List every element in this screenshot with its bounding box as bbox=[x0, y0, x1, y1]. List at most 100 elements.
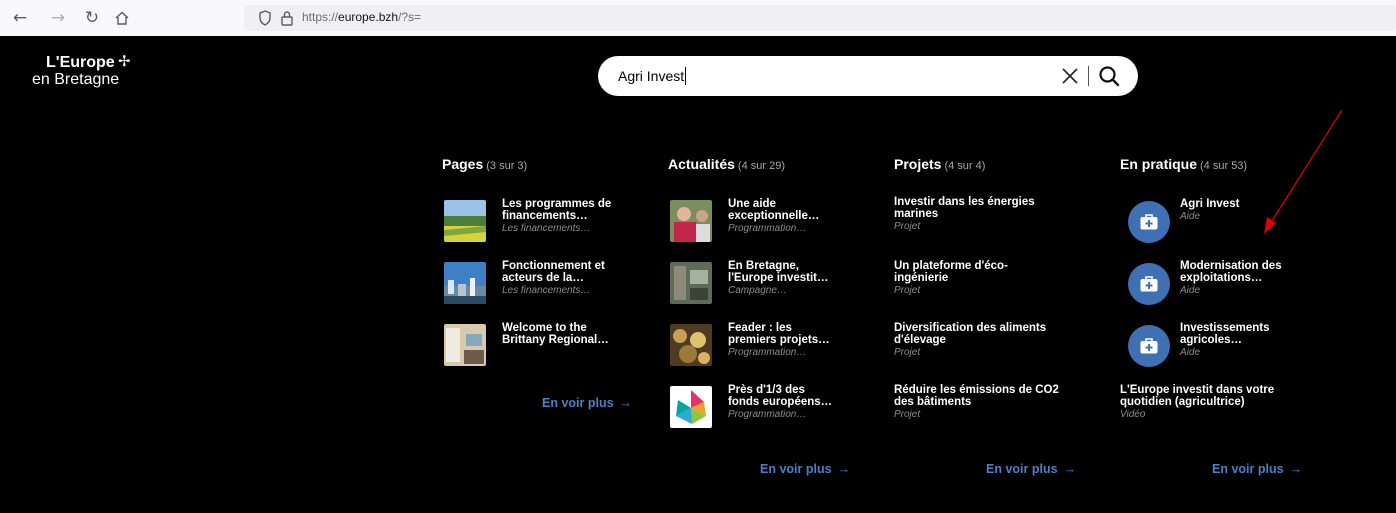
clear-icon[interactable] bbox=[1060, 66, 1080, 86]
result-category: Campagne… bbox=[728, 285, 787, 296]
result-title-line2: exceptionnelle… bbox=[728, 210, 820, 222]
result-text: Investissements agricoles… Aide bbox=[1180, 322, 1340, 359]
column-heading: Pages (3 sur 3) bbox=[442, 156, 662, 172]
search-divider bbox=[1088, 66, 1089, 86]
search-icon[interactable] bbox=[1098, 65, 1120, 87]
result-text: L'Europe investit dans votre quotidien (a… bbox=[1120, 384, 1310, 421]
result-item[interactable]: Diversification des aliments d'élevage Pro… bbox=[894, 322, 1114, 372]
forward-arrow-icon[interactable]: → bbox=[48, 8, 68, 28]
see-more-link[interactable]: En voir plus → bbox=[760, 462, 850, 476]
result-thumbnail bbox=[444, 200, 486, 242]
result-thumbnail bbox=[670, 324, 712, 366]
logo-line1: L'Europe bbox=[46, 54, 115, 71]
home-icon[interactable] bbox=[112, 8, 132, 28]
see-more-link[interactable]: En voir plus → bbox=[1212, 462, 1302, 476]
column-heading: Projets (4 sur 4) bbox=[894, 156, 1114, 172]
result-item[interactable]: L'Europe investit dans votre quotidien (a… bbox=[1120, 384, 1340, 434]
result-item[interactable]: En Bretagne, l'Europe investit… Campagne… bbox=[668, 260, 888, 310]
search-box bbox=[598, 56, 1138, 96]
arrow-right-icon: → bbox=[837, 462, 851, 476]
result-title-line1: Diversification des aliments bbox=[894, 322, 1047, 334]
result-category: Vidéo bbox=[1120, 409, 1146, 420]
result-category: Aide bbox=[1180, 285, 1201, 296]
result-title-line1: Investissements bbox=[1180, 322, 1270, 334]
briefcase-plus-icon bbox=[1140, 276, 1158, 292]
result-title-line2: l'Europe investit… bbox=[728, 272, 829, 284]
result-title-line2: Brittany Regional… bbox=[502, 334, 609, 346]
result-title-line2: exploitations… bbox=[1180, 272, 1263, 284]
result-title-line1: En Bretagne, bbox=[728, 260, 799, 272]
url-bar[interactable]: https://europe.bzh/?s= bbox=[244, 5, 1396, 31]
result-item[interactable]: Welcome to the Brittany Regional… bbox=[442, 322, 662, 372]
result-item[interactable]: Investissements agricoles… Aide bbox=[1120, 322, 1340, 372]
result-text: Une aide exceptionnelle… Programmation… bbox=[728, 198, 888, 235]
results-column-2: Actualités (4 sur 29) Une aide exceptionnel… bbox=[668, 156, 888, 476]
star-icon: ✢ bbox=[118, 52, 131, 70]
result-item[interactable]: Investir dans les énergies marines Projet bbox=[894, 196, 1114, 246]
shield-icon[interactable] bbox=[258, 8, 272, 28]
result-text: Modernisation des exploitations… Aide bbox=[1180, 260, 1340, 297]
annotation-arrow bbox=[1264, 109, 1343, 234]
see-more-link[interactable]: En voir plus → bbox=[986, 462, 1076, 476]
column-heading: Actualités (4 sur 29) bbox=[668, 156, 888, 172]
result-title-line2: fonds européens… bbox=[728, 396, 833, 408]
column-count: (4 sur 53) bbox=[1200, 160, 1248, 172]
result-category: Programmation… bbox=[728, 409, 807, 420]
result-item[interactable]: Modernisation des exploitations… Aide bbox=[1120, 260, 1340, 310]
arrow-right-icon: → bbox=[619, 396, 633, 410]
result-category: Projet bbox=[894, 409, 921, 420]
result-text: Réduire les émissions de CO2 des bâtiment… bbox=[894, 384, 1084, 421]
lock-icon[interactable] bbox=[280, 8, 294, 28]
result-title-line2: d'élevage bbox=[894, 334, 946, 346]
result-thumbnail bbox=[444, 262, 486, 304]
aid-icon-circle bbox=[1128, 201, 1170, 243]
arrow-right-icon: → bbox=[1289, 462, 1303, 476]
see-more-label: En voir plus bbox=[986, 462, 1058, 476]
result-title-line2: premiers projets… bbox=[728, 334, 830, 346]
result-title-line1: Près d'1/3 des bbox=[728, 384, 805, 396]
result-title-line2: des bâtiments bbox=[894, 396, 972, 408]
result-item[interactable]: Près d'1/3 des fonds européens… Programmat… bbox=[668, 384, 888, 434]
search-input[interactable] bbox=[618, 66, 1038, 86]
back-arrow-icon[interactable]: ← bbox=[10, 8, 30, 28]
reload-icon[interactable]: ↻ bbox=[82, 8, 102, 28]
browser-toolbar: ← → ↻ https://europe.bzh/?s= bbox=[0, 0, 1396, 36]
column-title: Pages bbox=[442, 156, 484, 172]
column-count: (3 sur 3) bbox=[486, 160, 528, 172]
result-category: Les financements… bbox=[502, 223, 591, 234]
result-title-line2: acteurs de la… bbox=[502, 272, 584, 284]
result-category: Aide bbox=[1180, 347, 1201, 358]
column-count: (4 sur 29) bbox=[737, 160, 785, 172]
result-thumbnail bbox=[670, 200, 712, 242]
page-content: L'Europe ✢ en Bretagne Pages(3 sur 3) Les… bbox=[8, 36, 1396, 513]
result-title-line1: Une aide bbox=[728, 198, 776, 210]
result-title-line2: marines bbox=[894, 208, 939, 220]
result-item[interactable]: Feader : les premiers projets… Programmati… bbox=[668, 322, 888, 372]
column-title: En pratique bbox=[1120, 156, 1198, 172]
text-caret bbox=[685, 67, 687, 85]
result-text: Investir dans les énergies marines Projet bbox=[894, 196, 1084, 233]
result-category: Projet bbox=[894, 347, 921, 358]
briefcase-plus-icon bbox=[1140, 338, 1158, 354]
results-column-1: Pages (3 sur 3) Les programmes de financeme… bbox=[442, 156, 662, 410]
result-text: Diversification des aliments d'élevage Pro… bbox=[894, 322, 1084, 359]
aid-icon-circle bbox=[1128, 325, 1170, 367]
result-item[interactable]: Fonctionnement et acteurs de la… Les finan… bbox=[442, 260, 662, 310]
result-text: Welcome to the Brittany Regional… bbox=[502, 322, 662, 346]
result-item[interactable]: Une aide exceptionnelle… Programmation… bbox=[668, 198, 888, 248]
result-item[interactable]: Les programmes de financements… Les financ… bbox=[442, 198, 662, 248]
see-more-link[interactable]: En voir plus → bbox=[542, 396, 632, 410]
result-category: Programmation… bbox=[728, 223, 807, 234]
result-thumbnail bbox=[670, 386, 712, 428]
result-thumbnail bbox=[444, 324, 486, 366]
results-column-3: Projets (4 sur 4) Investir dans les énergi… bbox=[894, 156, 1114, 476]
result-title-line2: financements… bbox=[502, 210, 588, 222]
logo-line2: en Bretagne bbox=[32, 71, 120, 88]
result-category: Projet bbox=[894, 221, 921, 232]
result-title-line1: Réduire les émissions de CO2 bbox=[894, 384, 1059, 396]
result-item[interactable]: Un plateforme d'éco-ingénierie Projet bbox=[894, 260, 1114, 310]
see-more-label: En voir plus bbox=[1212, 462, 1284, 476]
result-text: En Bretagne, l'Europe investit… Campagne… bbox=[728, 260, 888, 297]
result-title-line1: Feader : les bbox=[728, 322, 792, 334]
result-item[interactable]: Réduire les émissions de CO2 des bâtiment… bbox=[894, 384, 1114, 434]
